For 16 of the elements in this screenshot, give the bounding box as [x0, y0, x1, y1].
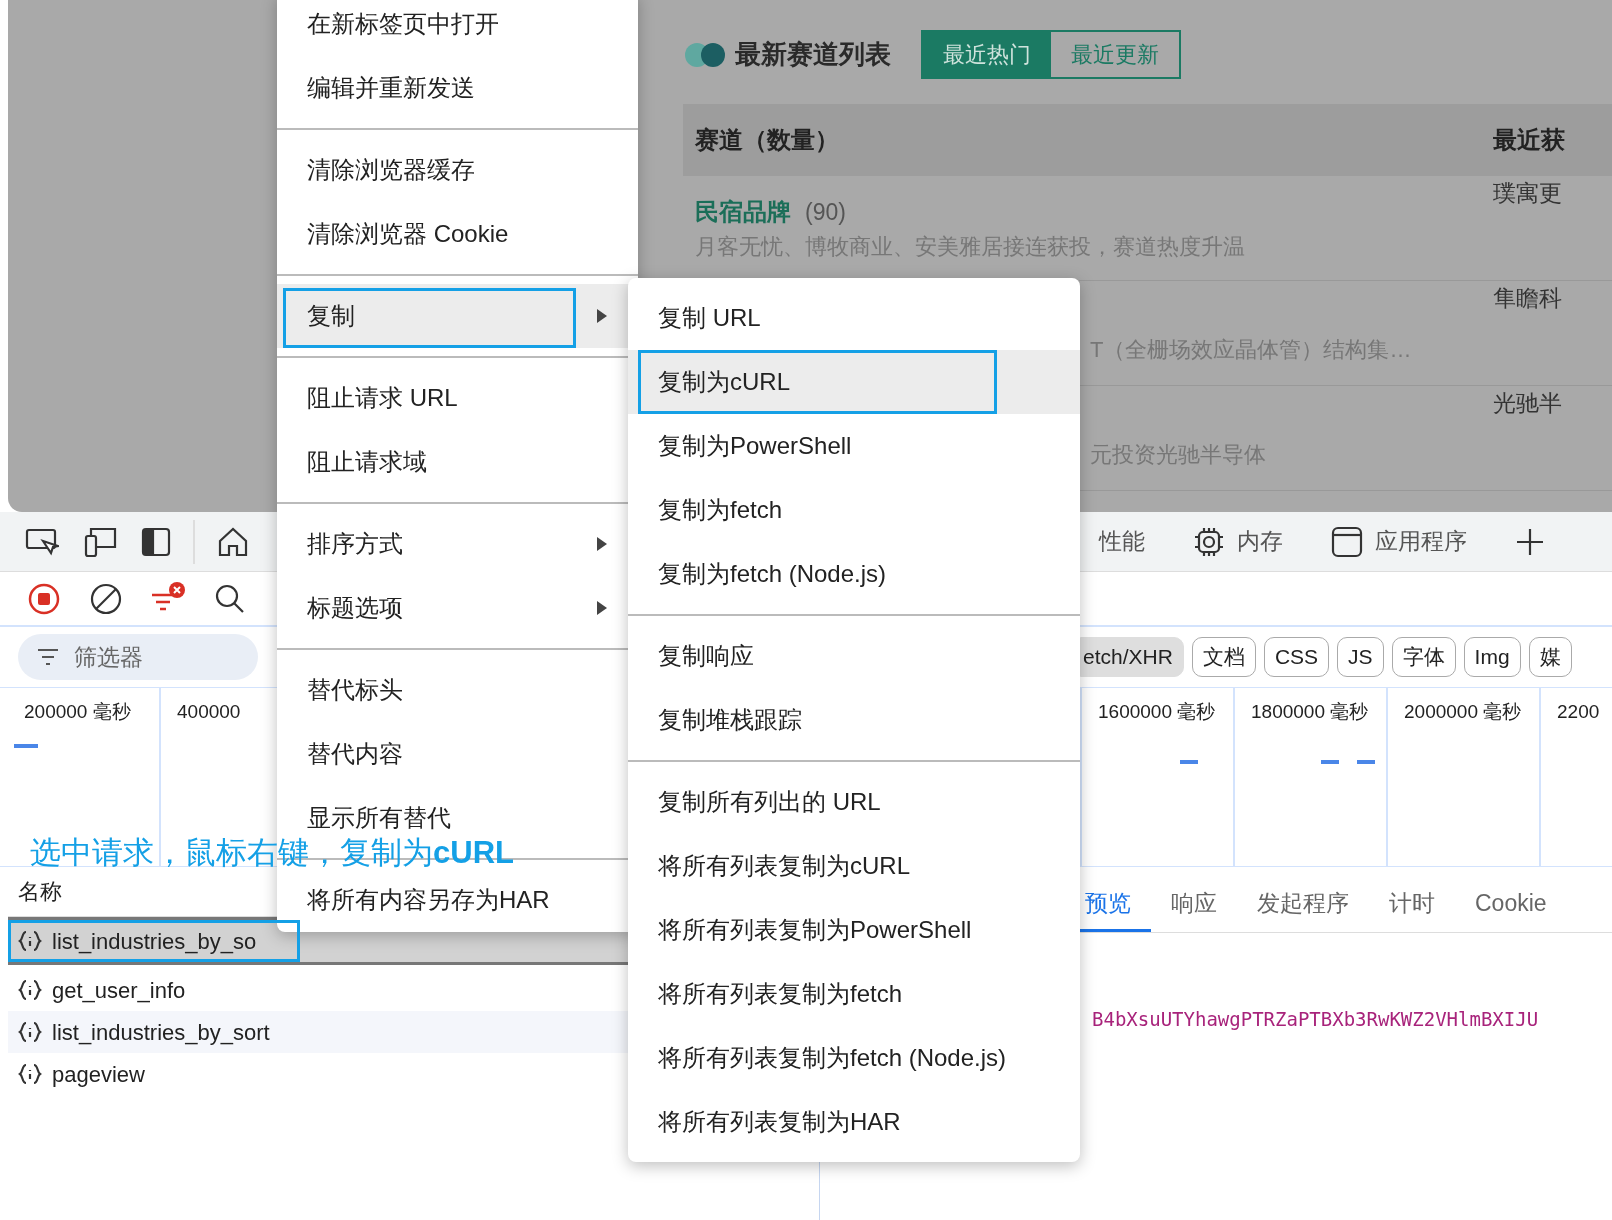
industry-count: (90)	[805, 198, 846, 225]
time-tick: 2200	[1557, 701, 1600, 722]
time-tick: 2000000 毫秒	[1404, 701, 1522, 722]
preview-text: B4bXsuUTYhawgPTRZaPTBXb3RwKWZ2VHlmBXIJU	[1092, 1007, 1540, 1032]
table-cell-text: 光驰半	[1493, 389, 1562, 416]
annotation-text: 选中请求，鼠标右键，复制为cURL	[30, 834, 514, 872]
column-header: 名称	[18, 878, 62, 906]
column-header: 最近获	[1493, 125, 1566, 155]
time-tick: 1800000 毫秒	[1251, 701, 1369, 722]
table-cell-text: 璞寓更	[1493, 179, 1562, 206]
section-title: 最新赛道列表	[735, 38, 891, 71]
time-tick: 400000	[177, 701, 241, 722]
time-tick: 200000 毫秒	[24, 701, 131, 722]
column-header: 赛道（数量）	[695, 125, 840, 155]
table-cell-text: 隼瞻科	[1493, 284, 1562, 311]
time-tick: 1600000 毫秒	[1098, 701, 1216, 722]
